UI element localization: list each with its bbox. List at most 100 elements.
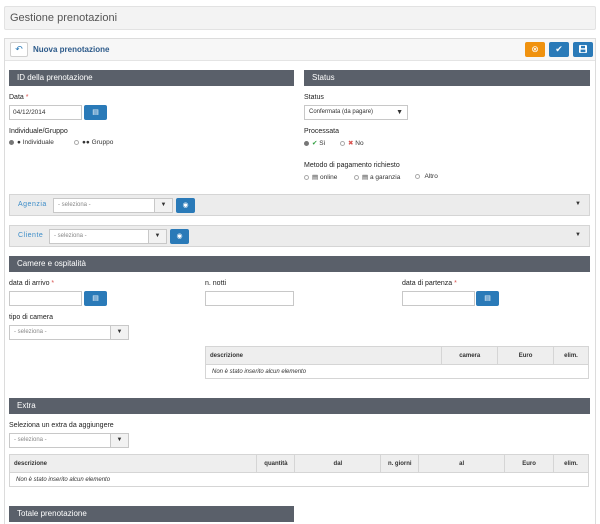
id-section-title: ID della prenotazione bbox=[17, 73, 93, 82]
empty-message: Non è stato inserito alcun elemento bbox=[9, 472, 589, 487]
radio-dot bbox=[304, 174, 309, 180]
extra-select-label: Seleziona un extra da aggiungere bbox=[9, 422, 114, 429]
col-elim: elim. bbox=[553, 454, 589, 473]
expand-toggle-icon[interactable]: ▼ bbox=[575, 232, 581, 238]
caret-down-icon: ▼ bbox=[110, 434, 128, 447]
calendar-icon: ▤ bbox=[484, 295, 491, 302]
radio-dot bbox=[354, 174, 359, 180]
data-label-text: Data bbox=[9, 94, 24, 101]
floppy-disk-icon bbox=[579, 45, 587, 53]
status-section-title: Status bbox=[312, 73, 335, 82]
radio-dot bbox=[340, 140, 345, 146]
required-marker: * bbox=[454, 280, 457, 287]
page-title: Gestione prenotazioni bbox=[10, 12, 118, 24]
tipo-camera-label: tipo di camera bbox=[9, 314, 53, 321]
col-descrizione: descrizione bbox=[204, 346, 443, 365]
table-row: Non è stato inserito alcun elemento bbox=[9, 472, 589, 487]
status-value: Confermata (da pagare) bbox=[309, 109, 374, 115]
type-label: Individuale/Gruppo bbox=[9, 128, 68, 135]
opt-altro-label: Altro bbox=[424, 173, 438, 180]
col-euro: Euro bbox=[504, 454, 554, 473]
cliente-select[interactable]: - seleziona - ▼ bbox=[49, 229, 167, 244]
radio-si[interactable]: ✔ Sì bbox=[304, 139, 325, 147]
partenza-label: data di partenza * bbox=[402, 280, 457, 287]
radio-no[interactable]: ✖ No bbox=[340, 139, 364, 147]
user-icon: ● bbox=[17, 139, 21, 146]
extra-placeholder: - seleziona - bbox=[14, 437, 47, 443]
radio-individuale[interactable]: ● Individuale bbox=[9, 139, 54, 146]
radio-altro[interactable]: Altro bbox=[415, 173, 438, 180]
caret-down-icon: ▼ bbox=[154, 199, 172, 212]
tipo-camera-select[interactable]: - seleziona - ▼ bbox=[9, 325, 129, 340]
page-header: Gestione prenotazioni bbox=[4, 6, 596, 30]
radio-dot bbox=[9, 139, 14, 145]
data-input[interactable]: 04/12/2014 bbox=[9, 105, 82, 120]
cliente-add-button[interactable]: ◉ bbox=[170, 229, 189, 244]
col-camera: camera bbox=[441, 346, 499, 365]
status-section-header: Status bbox=[304, 70, 590, 86]
col-al: al bbox=[418, 454, 506, 473]
caret-down-icon: ▼ bbox=[110, 326, 128, 339]
cancel-button[interactable]: ⊗ bbox=[525, 42, 545, 57]
table-header-row: descrizione quantità dal n. giorni al Eu… bbox=[8, 454, 589, 473]
radio-dot bbox=[415, 173, 420, 179]
required-marker: * bbox=[25, 94, 29, 101]
agenzia-select[interactable]: - seleziona - ▼ bbox=[53, 198, 173, 213]
agenzia-placeholder: - seleziona - bbox=[58, 202, 91, 208]
data-value: 04/12/2014 bbox=[13, 109, 46, 116]
check-icon: ✔ bbox=[555, 44, 563, 54]
cliente-row: Cliente - seleziona - ▼ ◉ ▼ bbox=[9, 225, 590, 247]
expand-toggle-icon[interactable]: ▼ bbox=[575, 201, 581, 207]
radio-dot bbox=[74, 139, 79, 145]
back-button[interactable]: ↶ bbox=[10, 42, 28, 57]
camere-section-title: Camere e ospitalità bbox=[17, 259, 86, 268]
panel-toolbar: ↶ Nuova prenotazione ⊗ ✔ bbox=[5, 39, 595, 61]
opt-online-label: online bbox=[319, 174, 338, 181]
opt-garanzia-label: a garanzia bbox=[369, 174, 401, 181]
confirm-button[interactable]: ✔ bbox=[549, 42, 569, 57]
opt-no-label: No bbox=[355, 140, 364, 147]
radio-garanzia[interactable]: ▤ a garanzia bbox=[354, 173, 400, 181]
totale-section-header: Totale prenotazione bbox=[9, 506, 294, 522]
plus-circle-icon: ◉ bbox=[182, 202, 189, 209]
col-euro: Euro bbox=[497, 346, 555, 365]
extra-select[interactable]: - seleziona - ▼ bbox=[9, 433, 129, 448]
partenza-calendar-button[interactable]: ▤ bbox=[476, 291, 499, 306]
cliente-label: Cliente bbox=[18, 232, 44, 239]
cliente-placeholder: - seleziona - bbox=[54, 233, 87, 239]
caret-down-icon: ▼ bbox=[148, 230, 166, 243]
extra-table: descrizione quantità dal n. giorni al Eu… bbox=[8, 454, 589, 487]
agenzia-label: Agenzia bbox=[18, 201, 47, 208]
data-calendar-button[interactable]: ▤ bbox=[84, 105, 107, 120]
notti-label: n. notti bbox=[205, 280, 227, 287]
required-marker: * bbox=[51, 280, 55, 287]
tipo-camera-placeholder: - seleziona - bbox=[14, 329, 47, 335]
partenza-input[interactable] bbox=[402, 291, 475, 306]
id-section-header: ID della prenotazione bbox=[9, 70, 294, 86]
agenzia-row: Agenzia - seleziona - ▼ ◉ ▼ bbox=[9, 194, 590, 216]
arrivo-label: data di arrivo * bbox=[9, 280, 54, 287]
credit-card-icon: ▤ bbox=[362, 174, 369, 181]
radio-dot bbox=[304, 140, 309, 146]
credit-card-icon: ▤ bbox=[312, 174, 319, 181]
arrivo-label-text: data di arrivo bbox=[9, 280, 50, 287]
save-button[interactable] bbox=[573, 42, 593, 57]
data-label: Data * bbox=[9, 94, 28, 101]
extra-section-header: Extra bbox=[9, 398, 590, 414]
notti-input[interactable] bbox=[205, 291, 294, 306]
plus-circle-icon: ◉ bbox=[176, 233, 183, 240]
panel-title: Nuova prenotazione bbox=[33, 45, 110, 54]
arrivo-calendar-button[interactable]: ▤ bbox=[84, 291, 107, 306]
metodo-label: Metodo di pagamento richiesto bbox=[304, 162, 400, 169]
table-header-row: descrizione camera Euro elim. bbox=[204, 346, 589, 365]
status-select[interactable]: Confermata (da pagare) ▼ bbox=[304, 105, 408, 120]
processata-label: Processata bbox=[304, 128, 340, 135]
col-n-giorni: n. giorni bbox=[380, 454, 420, 473]
calendar-icon: ▤ bbox=[92, 295, 99, 302]
col-elim: elim. bbox=[553, 346, 589, 365]
radio-gruppo[interactable]: ●● Gruppo bbox=[74, 139, 113, 146]
agenzia-add-button[interactable]: ◉ bbox=[176, 198, 195, 213]
col-dal: dal bbox=[294, 454, 382, 473]
radio-online[interactable]: ▤ online bbox=[304, 173, 337, 181]
arrivo-input[interactable] bbox=[9, 291, 82, 306]
